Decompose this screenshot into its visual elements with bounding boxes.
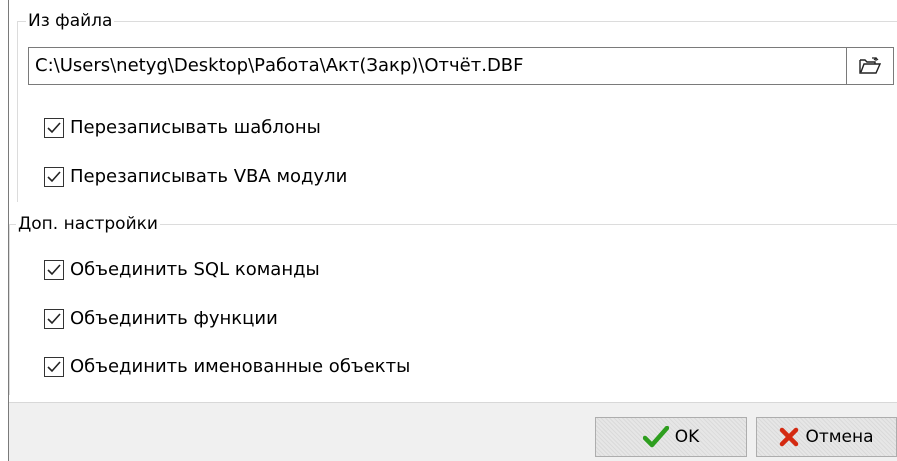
merge-named-objects-option[interactable]: Объединить именованные объекты bbox=[44, 354, 410, 380]
merge-named-objects-label: Объединить именованные объекты bbox=[70, 356, 411, 377]
overwrite-templates-label: Перезаписывать шаблоны bbox=[70, 117, 321, 138]
checkmark-icon bbox=[47, 361, 61, 373]
merge-functions-checkbox[interactable] bbox=[44, 309, 64, 329]
merge-functions-label: Объединить функции bbox=[70, 308, 278, 329]
merge-functions-option[interactable]: Объединить функции bbox=[44, 306, 278, 332]
merge-sql-commands-option[interactable]: Объединить SQL команды bbox=[44, 257, 320, 283]
ok-button-label: OK bbox=[674, 427, 700, 447]
ok-button[interactable]: OK bbox=[595, 417, 747, 457]
checkmark-icon bbox=[47, 122, 61, 134]
checkmark-icon bbox=[47, 171, 61, 183]
checkmark-icon bbox=[642, 426, 669, 448]
merge-sql-commands-label: Объединить SQL команды bbox=[70, 259, 320, 280]
merge-sql-commands-checkbox[interactable] bbox=[44, 260, 64, 280]
extra-settings-legend: Доп. настройки bbox=[16, 214, 160, 234]
cancel-button[interactable]: Отмена bbox=[756, 417, 897, 457]
checkmark-icon bbox=[47, 264, 61, 276]
overwrite-vba-modules-label: Перезаписывать VBA модули bbox=[70, 166, 348, 187]
checkmark-icon bbox=[47, 313, 61, 325]
merge-named-objects-checkbox[interactable] bbox=[44, 357, 64, 377]
browse-file-button[interactable] bbox=[846, 47, 894, 85]
overwrite-templates-checkbox[interactable] bbox=[44, 118, 64, 138]
overwrite-vba-modules-option[interactable]: Перезаписывать VBA модули bbox=[44, 164, 347, 190]
dialog-footer: OK Отмена bbox=[9, 402, 897, 461]
cancel-button-label: Отмена bbox=[805, 427, 874, 447]
folder-open-icon bbox=[859, 57, 881, 74]
file-path-input[interactable]: C:\Users\netyg\Desktop\Работа\Акт(Закр)\… bbox=[28, 47, 846, 85]
cross-icon bbox=[779, 427, 799, 447]
from-file-legend: Из файла bbox=[26, 11, 115, 31]
overwrite-vba-modules-checkbox[interactable] bbox=[44, 167, 64, 187]
overwrite-templates-option[interactable]: Перезаписывать шаблоны bbox=[44, 115, 321, 141]
